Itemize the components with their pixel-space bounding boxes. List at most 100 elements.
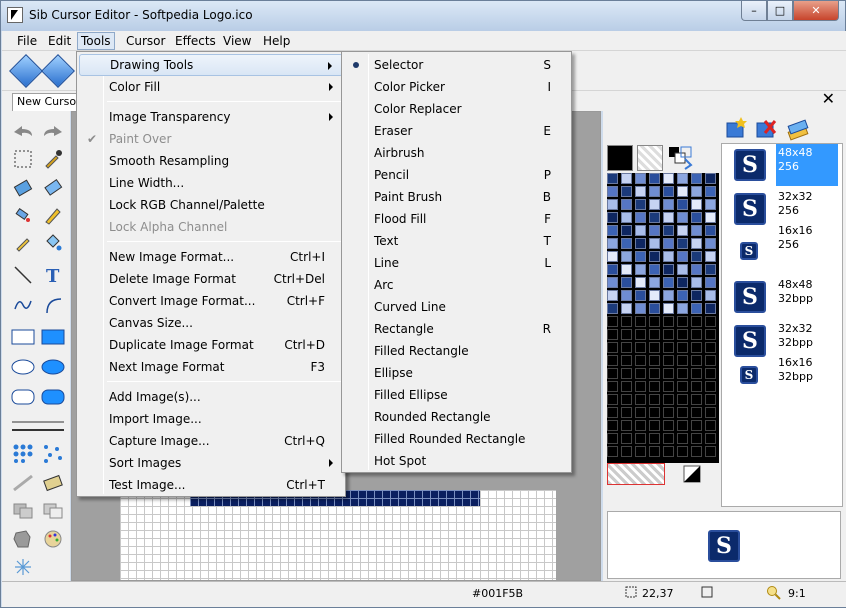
palette-color-cell[interactable] [677, 342, 688, 353]
paste-icon[interactable] [40, 499, 66, 523]
palette-color-cell[interactable] [607, 238, 618, 249]
add-image-icon[interactable] [723, 115, 749, 141]
menu-item-paint-brush[interactable]: Paint Brush B [344, 186, 569, 208]
menu-cursor[interactable]: Cursor [123, 33, 168, 49]
palette-color-cell[interactable] [635, 329, 646, 340]
pencil-icon[interactable] [40, 203, 66, 227]
menu-item-filled-rounded-rectangle[interactable]: Filled Rounded Rectangle [344, 428, 569, 450]
palette-color-cell[interactable] [649, 199, 660, 210]
close-document-icon[interactable]: ✕ [822, 89, 835, 108]
palette-color-cell[interactable] [635, 251, 646, 262]
palette-color-cell[interactable] [663, 173, 674, 184]
palette-color-cell[interactable] [635, 446, 646, 457]
palette-color-cell[interactable] [677, 264, 688, 275]
palette-color-cell[interactable] [607, 381, 618, 392]
menu-item-canvas-size[interactable]: Canvas Size... [79, 312, 343, 334]
palette-color-cell[interactable] [607, 342, 618, 353]
palette-color-cell[interactable] [649, 355, 660, 366]
menu-item-arc[interactable]: Arc [344, 274, 569, 296]
palette-color-cell[interactable] [635, 186, 646, 197]
menu-item-text[interactable]: Text T [344, 230, 569, 252]
palette-color-cell[interactable] [649, 329, 660, 340]
rectangle-icon[interactable] [10, 325, 36, 349]
palette-color-cell[interactable] [663, 355, 674, 366]
palette-color-cell[interactable] [691, 303, 702, 314]
image-format-item[interactable]: S 48x48 32bpp [724, 276, 840, 318]
palette-color-cell[interactable] [691, 238, 702, 249]
palette-color-cell[interactable] [677, 238, 688, 249]
palette-color-cell[interactable] [607, 290, 618, 301]
palette-color-cell[interactable] [705, 212, 716, 223]
palette-color-cell[interactable] [691, 316, 702, 327]
palette-color-cell[interactable] [607, 212, 618, 223]
palette-color-cell[interactable] [677, 407, 688, 418]
cursor-open-icon[interactable] [41, 54, 75, 88]
menu-item-hot-spot[interactable]: Hot Spot [344, 450, 569, 472]
palette-color-cell[interactable] [677, 277, 688, 288]
undo-icon[interactable] [10, 119, 36, 143]
transparent-color-swatch[interactable] [607, 463, 665, 485]
palette-color-cell[interactable] [705, 420, 716, 431]
palette-color-cell[interactable] [649, 251, 660, 262]
palette-color-cell[interactable] [663, 290, 674, 301]
palette-color-cell[interactable] [635, 212, 646, 223]
palette-color-cell[interactable] [691, 407, 702, 418]
eraser-icon[interactable] [40, 175, 66, 199]
palette-color-cell[interactable] [621, 355, 632, 366]
palette-color-cell[interactable] [705, 238, 716, 249]
ellipse-icon[interactable] [10, 355, 36, 379]
tab-new-cursor[interactable]: New Cursor [12, 93, 78, 111]
layer-tool-icon[interactable] [40, 471, 66, 495]
palette-color-cell[interactable] [621, 264, 632, 275]
color-palette-grid[interactable] [607, 173, 719, 463]
palette-color-cell[interactable] [691, 186, 702, 197]
palette-color-cell[interactable] [635, 316, 646, 327]
palette-color-cell[interactable] [705, 303, 716, 314]
palette-color-cell[interactable] [663, 407, 674, 418]
palette-color-cell[interactable] [607, 173, 618, 184]
palette-color-cell[interactable] [663, 329, 674, 340]
menu-item-ellipse[interactable]: Ellipse [344, 362, 569, 384]
menu-item-delete-image-format[interactable]: Delete Image Format Ctrl+Del [79, 268, 343, 290]
paint-brush-icon[interactable] [10, 231, 36, 255]
primary-color-swatch[interactable] [607, 145, 633, 171]
palette-color-cell[interactable] [677, 251, 688, 262]
palette-color-cell[interactable] [621, 433, 632, 444]
palette-color-cell[interactable] [705, 316, 716, 327]
palette-color-cell[interactable] [607, 186, 618, 197]
menu-item-flood-fill[interactable]: Flood Fill F [344, 208, 569, 230]
palette-color-cell[interactable] [649, 381, 660, 392]
image-stack-icon[interactable] [785, 115, 811, 141]
palette-color-cell[interactable] [621, 316, 632, 327]
filled-rounded-rectangle-icon[interactable] [40, 385, 66, 409]
line-icon[interactable] [10, 263, 36, 287]
palette-color-cell[interactable] [607, 355, 618, 366]
palette-color-cell[interactable] [649, 420, 660, 431]
palette-color-cell[interactable] [663, 264, 674, 275]
menu-item-selector[interactable]: Selector S [344, 54, 569, 76]
palette-color-cell[interactable] [677, 225, 688, 236]
menu-item-curved-line[interactable]: Curved Line [344, 296, 569, 318]
menu-item-rounded-rectangle[interactable]: Rounded Rectangle [344, 406, 569, 428]
palette-color-cell[interactable] [677, 303, 688, 314]
palette-color-cell[interactable] [607, 225, 618, 236]
menu-item-eraser[interactable]: Eraser E [344, 120, 569, 142]
menu-item-filled-rectangle[interactable]: Filled Rectangle [344, 340, 569, 362]
brush-shape-icon[interactable] [10, 471, 36, 495]
palette-color-cell[interactable] [663, 381, 674, 392]
menu-item-convert-image-format[interactable]: Convert Image Format... Ctrl+F [79, 290, 343, 312]
palette-color-cell[interactable] [635, 394, 646, 405]
palette-color-cell[interactable] [691, 277, 702, 288]
selector-icon[interactable] [10, 147, 36, 171]
image-format-item[interactable]: S 16x16 32bpp [724, 356, 840, 406]
curved-line-icon[interactable] [10, 293, 36, 317]
filled-ellipse-icon[interactable] [40, 355, 66, 379]
palette-color-cell[interactable] [705, 225, 716, 236]
palette-color-cell[interactable] [691, 355, 702, 366]
palette-color-cell[interactable] [649, 342, 660, 353]
text-icon[interactable]: T [40, 263, 66, 287]
image-format-item[interactable]: S 16x16 256 [724, 224, 840, 274]
maximize-button[interactable]: □ [767, 1, 793, 21]
palette-color-cell[interactable] [691, 251, 702, 262]
palette-color-cell[interactable] [621, 420, 632, 431]
